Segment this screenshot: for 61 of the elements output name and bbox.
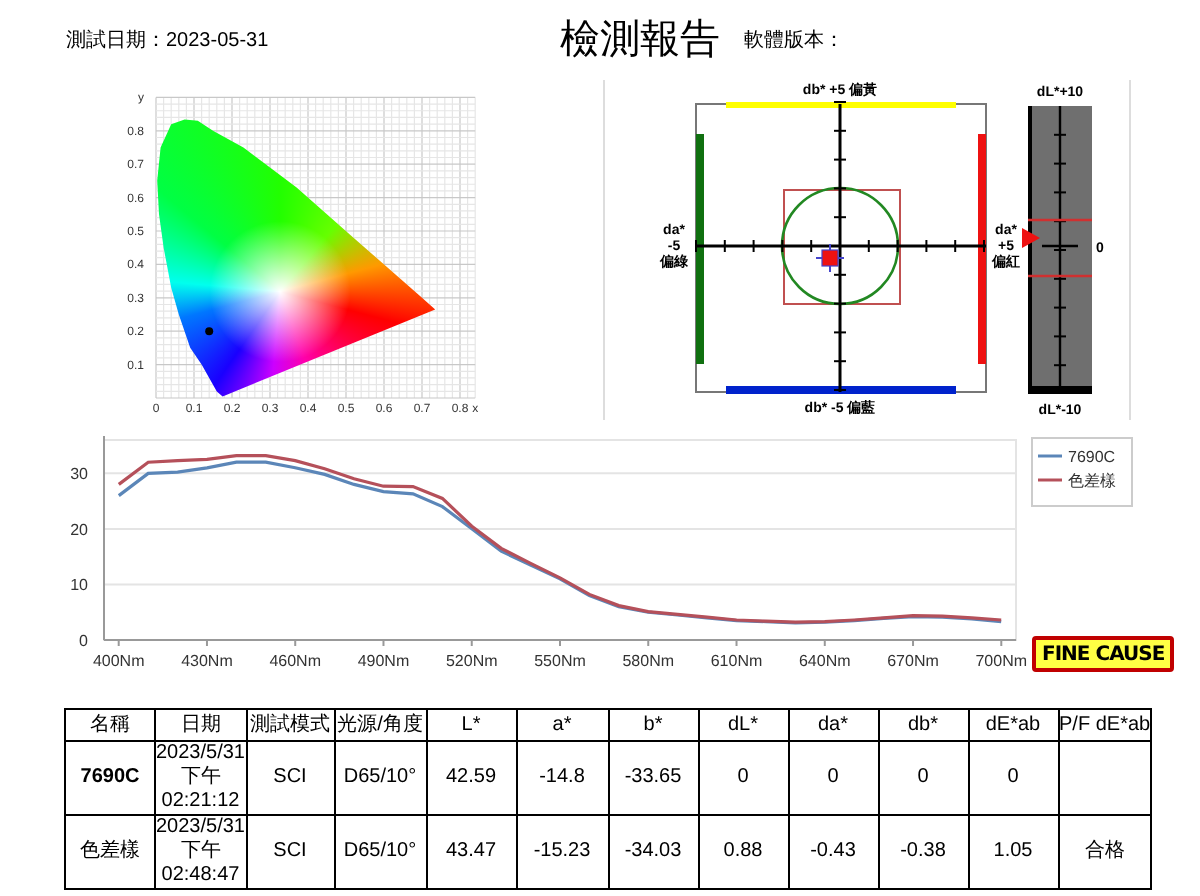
column-header: da* xyxy=(788,709,878,741)
tolerance-line xyxy=(1028,218,1092,222)
table-cell: SCI xyxy=(273,840,307,862)
table-cell: 0 xyxy=(917,766,929,788)
table-cell: 0 xyxy=(1007,766,1019,788)
axis-tick-label: 700Nm xyxy=(975,652,1028,670)
column-header: b* xyxy=(608,709,698,741)
axis-tick-label: 490Nm xyxy=(357,652,410,670)
table-cell: 0 xyxy=(827,766,839,788)
axis-tick-label: 460Nm xyxy=(269,652,321,670)
column-header: 日期 xyxy=(155,709,246,741)
sample-marker xyxy=(815,243,845,273)
table-cell: 合格 xyxy=(1084,840,1125,862)
table-cell: -33.65 xyxy=(624,766,682,788)
table-cell: 43.47 xyxy=(445,840,497,862)
legend-label: 色差樣 xyxy=(1068,472,1116,490)
table-cell: D65/10° xyxy=(343,840,417,862)
table-cell: 2023/5/31 下午 02:21:12 xyxy=(156,742,245,814)
software-version: 軟體版本： xyxy=(744,27,844,55)
column-header: 測試模式 xyxy=(246,709,334,741)
axis-tick-label: 0 xyxy=(79,632,88,650)
legend-box xyxy=(1031,437,1133,507)
table-cell: 1.05 xyxy=(993,840,1033,862)
table-cell: -34.03 xyxy=(624,840,682,862)
report-title: 檢測報告 xyxy=(560,16,720,66)
axis-tick-label: 670Nm xyxy=(887,652,939,670)
table-cell: -0.43 xyxy=(810,840,856,862)
table-cell: 42.59 xyxy=(445,766,497,788)
column-header: 光源/角度 xyxy=(334,709,426,741)
column-header: dL* xyxy=(698,709,788,741)
pointer-icon xyxy=(1022,228,1040,248)
table-cell: 色差樣 xyxy=(80,840,140,862)
column-header: db* xyxy=(878,709,968,741)
column-header: dE*ab xyxy=(968,709,1058,741)
table-cell: -15.23 xyxy=(533,840,591,862)
legend-label: 7690C xyxy=(1068,448,1116,466)
test-date: 測試日期：2023-05-31 xyxy=(66,27,271,55)
table-cell: -14.8 xyxy=(539,766,585,788)
axis-tick-label: 30 xyxy=(70,465,88,484)
table-cell: D65/10° xyxy=(343,766,417,788)
axis-tick-label: 400Nm xyxy=(92,652,145,670)
table-cell: SCI xyxy=(273,766,307,788)
table-cell: 2023/5/31 下午 02:48:47 xyxy=(156,816,245,888)
axis-tick-label: 520Nm xyxy=(445,652,498,670)
axis-tick-label: 640Nm xyxy=(799,652,851,670)
table-cell: -0.38 xyxy=(900,840,946,862)
column-header: L* xyxy=(426,709,516,741)
column-header: 名稱 xyxy=(65,709,155,741)
axis-tick-label: 580Nm xyxy=(622,652,675,670)
table-cell: 0.88 xyxy=(723,840,763,862)
axis-tick-label: 610Nm xyxy=(710,652,763,670)
axis-tick-label: 550Nm xyxy=(534,652,586,670)
axis-tick-label: 10 xyxy=(70,576,88,595)
axis-tick-label: 430Nm xyxy=(181,652,233,670)
column-header: P/F dE*ab xyxy=(1058,709,1152,741)
brand-badge: FINE CAUSE xyxy=(1032,636,1175,672)
column-header: a* xyxy=(516,709,608,741)
table-cell: 7690C xyxy=(80,766,140,788)
tolerance-line xyxy=(1028,274,1092,278)
table-cell: 0 xyxy=(737,766,749,788)
axis-tick-label: 20 xyxy=(70,520,88,539)
